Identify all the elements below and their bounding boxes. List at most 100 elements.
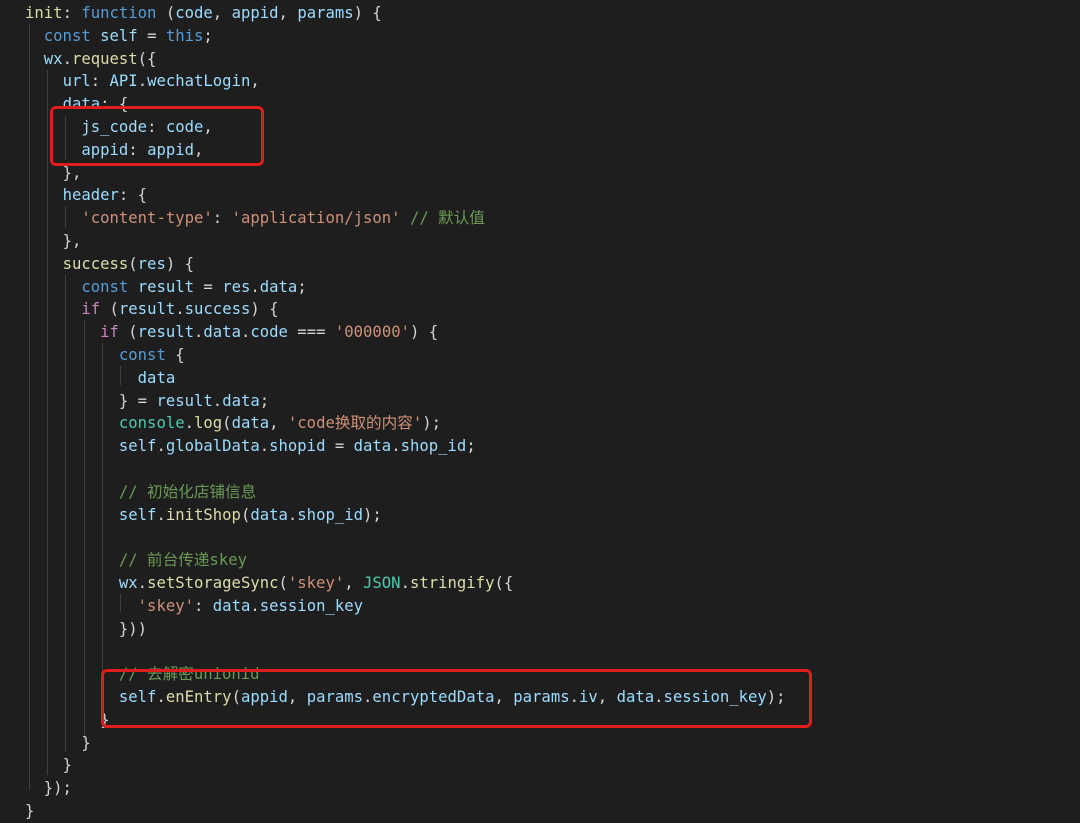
code-token: const	[43, 26, 91, 45]
code-token: result	[137, 323, 195, 342]
code-token: JSON	[363, 574, 401, 592]
code-token: .	[62, 49, 72, 68]
code-token: (	[278, 574, 288, 592]
code-line: }	[25, 709, 109, 732]
code-token: }))	[118, 619, 148, 638]
code-token: initShop	[165, 505, 241, 524]
code-token: {	[165, 346, 185, 364]
code-token: data	[231, 414, 270, 433]
code-token: success	[62, 254, 129, 273]
code-token: .	[259, 437, 270, 456]
code-token: ;	[466, 437, 476, 456]
code-token: (	[222, 414, 232, 433]
code-line: } = result.data;	[25, 390, 269, 413]
code-token: (	[118, 323, 138, 342]
code-token: .	[391, 437, 401, 456]
code-line: const self = this;	[25, 25, 213, 48]
code-token: params	[297, 4, 354, 22]
code-line: wx.setStorageSync('skey', JSON.stringify…	[25, 572, 513, 595]
code-token: (	[240, 505, 251, 524]
code-line: success(res) {	[25, 253, 194, 276]
code-token: .	[156, 437, 166, 456]
code-token: if	[100, 323, 119, 342]
code-token: .	[400, 574, 410, 592]
code-token: log	[194, 414, 223, 433]
code-line: const result = res.data;	[25, 276, 307, 299]
code-token: data	[222, 391, 260, 410]
highlight-box-data-params	[50, 106, 264, 166]
code-line: },	[25, 230, 82, 253]
code-token: code	[250, 323, 288, 342]
code-token: (	[100, 300, 119, 319]
code-token: .	[287, 505, 298, 524]
code-token: ;	[297, 277, 307, 296]
code-token: API	[109, 72, 138, 91]
code-token: ;	[203, 26, 213, 45]
code-token: shop_id	[297, 505, 364, 524]
code-token: // 默认值	[409, 209, 485, 228]
code-line: }	[25, 732, 91, 755]
code-token: init	[25, 4, 63, 22]
code-line: header: {	[25, 184, 148, 207]
code-token: ({	[494, 574, 514, 592]
code-token: 'code换取的内容'	[287, 414, 423, 433]
code-token: .	[240, 323, 251, 342]
code-token: },	[62, 163, 82, 182]
code-line: }	[25, 754, 72, 777]
code-token: data	[250, 505, 288, 524]
code-token: },	[62, 232, 82, 250]
code-token: :	[62, 4, 82, 22]
code-line: url: API.wechatLogin,	[25, 70, 260, 93]
code-token: .	[137, 72, 148, 91]
code-token: wx	[118, 574, 138, 592]
code-line: 'content-type': 'application/json' // 默认…	[25, 207, 485, 230]
code-token: self	[100, 26, 138, 45]
code-line: if (result.success) {	[25, 298, 278, 321]
code-token: .	[156, 505, 166, 524]
code-token: ===	[287, 323, 335, 342]
code-token: =	[325, 437, 354, 456]
code-token: ,	[344, 574, 364, 592]
code-token: ;	[259, 391, 270, 410]
code-token: :	[212, 209, 232, 228]
code-line: }))	[25, 618, 147, 641]
code-token: ({	[137, 49, 157, 68]
code-token: const	[81, 277, 129, 296]
code-token: .	[194, 323, 204, 342]
code-token: result	[137, 277, 195, 296]
code-token: // 前台传递skey	[118, 551, 247, 570]
code-token: );	[363, 505, 382, 524]
code-token: }	[81, 733, 91, 752]
code-token: data	[137, 368, 176, 387]
code-token: self	[118, 505, 157, 524]
code-line: self.globalData.shopid = data.shop_id;	[25, 435, 476, 458]
code-token: success	[184, 300, 251, 319]
code-token: });	[43, 779, 72, 798]
code-token: code	[175, 4, 213, 22]
code-line: wx.request({	[25, 48, 157, 71]
code-token: ,	[250, 72, 260, 91]
code-token: const	[118, 346, 166, 364]
code-token: '000000'	[334, 323, 410, 342]
code-token: shop_id	[400, 437, 467, 456]
code-token: 'skey'	[137, 596, 195, 615]
code-token: shopid	[269, 437, 326, 456]
code-token: .	[212, 391, 223, 410]
code-token: url	[62, 72, 91, 91]
code-editor[interactable]: init: function (code, appid, params) { c…	[0, 0, 1080, 820]
